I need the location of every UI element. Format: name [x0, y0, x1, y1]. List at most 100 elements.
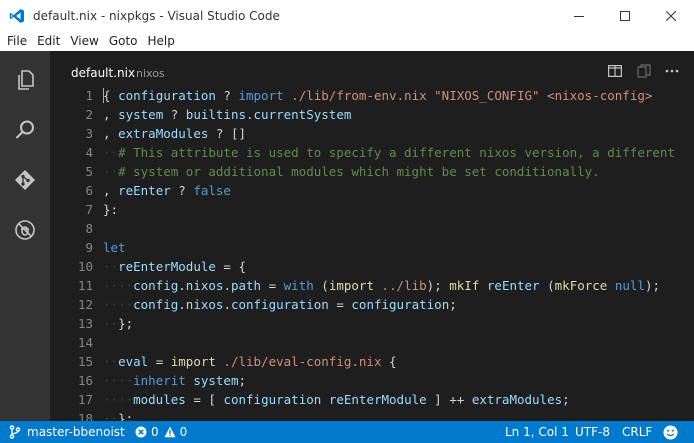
- line-number: 13: [77, 316, 93, 331]
- code-line[interactable]: 16 ····inherit system;: [50, 371, 694, 390]
- line-number: 8: [85, 221, 93, 236]
- code-token: builtins.: [185, 107, 254, 122]
- search-button[interactable]: [11, 116, 39, 144]
- close-button[interactable]: [648, 0, 694, 31]
- code-line[interactable]: 11 ····config.nixos.path = with (import .…: [50, 276, 694, 295]
- source-control-button[interactable]: [11, 166, 39, 194]
- code-token: nixos: [185, 278, 224, 293]
- code-line[interactable]: 1 { configuration ? import ./lib/from-env…: [50, 86, 694, 105]
- code-line[interactable]: 9 let: [50, 238, 694, 257]
- code-line[interactable]: 18 ··};: [50, 409, 694, 421]
- code-token: =: [328, 297, 352, 312]
- explorer-button[interactable]: [11, 66, 39, 94]
- code-token: import: [328, 278, 374, 293]
- line-code: }:: [103, 200, 118, 219]
- code-token: (: [539, 278, 555, 293]
- code-token: ?: [215, 88, 239, 103]
- line-number: 5: [85, 164, 93, 179]
- debug-icon: [15, 220, 35, 240]
- code-token: ··: [103, 354, 119, 369]
- code-token: ,: [103, 183, 119, 198]
- branch-indicator[interactable]: master-bbenoist: [9, 421, 125, 443]
- line-code: ··# system or additional modules which m…: [103, 162, 600, 181]
- line-number: 18: [77, 411, 93, 421]
- code-token: ;: [238, 373, 247, 388]
- menu-goto[interactable]: Goto: [104, 31, 143, 51]
- code-line[interactable]: 2 , system ? builtins.currentSystem: [50, 105, 694, 124]
- minimize-button[interactable]: [556, 0, 602, 31]
- code-line[interactable]: 13 ··};: [50, 314, 694, 333]
- code-token: {: [103, 88, 119, 103]
- menu-view[interactable]: View: [65, 31, 103, 51]
- code-token: ../lib: [373, 278, 427, 293]
- code-token: ····: [103, 278, 134, 293]
- code-line[interactable]: 10 ··reEnterModule = {: [50, 257, 694, 276]
- code-editor[interactable]: 1 { configuration ? import ./lib/from-env…: [50, 86, 694, 421]
- more-actions-button[interactable]: [664, 63, 680, 79]
- error-count: 0: [151, 425, 159, 439]
- line-number: 15: [77, 354, 93, 369]
- code-line[interactable]: 14: [50, 333, 694, 352]
- more-icon: [665, 69, 679, 73]
- problems-indicator[interactable]: 0 0: [135, 421, 187, 443]
- code-token: system: [193, 373, 239, 388]
- code-token: .: [223, 297, 231, 312]
- maximize-button[interactable]: [602, 0, 648, 31]
- code-token: # system or additional modules which mig…: [118, 164, 600, 179]
- code-token: config: [133, 297, 179, 312]
- line-number: 2: [85, 107, 93, 122]
- code-token: =: [261, 278, 284, 293]
- code-line[interactable]: 8: [50, 219, 694, 238]
- code-token: <nixos-config>: [539, 88, 653, 103]
- code-token: ····: [103, 297, 134, 312]
- menu-file[interactable]: File: [2, 31, 32, 51]
- cursor-position[interactable]: Ln 1, Col 1: [505, 421, 569, 443]
- code-token: ;: [562, 392, 570, 407]
- code-token: ./lib/eval-config.nix: [215, 354, 382, 369]
- code-token: currentSystem: [253, 107, 352, 122]
- code-token: nixos: [185, 297, 224, 312]
- code-line[interactable]: 15 ··eval = import ./lib/eval-config.nix …: [50, 352, 694, 371]
- code-token: ] ++: [426, 392, 472, 407]
- code-token: mkIf: [449, 278, 480, 293]
- code-line[interactable]: 6, reEnter ? false: [50, 181, 694, 200]
- split-editor-button[interactable]: [607, 63, 623, 79]
- code-token: .: [178, 278, 186, 293]
- code-token: let: [103, 240, 126, 255]
- menu-edit[interactable]: Edit: [32, 31, 65, 51]
- code-token: configuration: [230, 297, 329, 312]
- code-line[interactable]: 3, extraModules ? []: [50, 124, 694, 143]
- line-ending[interactable]: CRLF: [622, 421, 652, 443]
- code-token: (: [313, 278, 329, 293]
- encoding[interactable]: UTF-8: [575, 421, 610, 443]
- line-number: 9: [85, 240, 93, 255]
- code-token: );: [426, 278, 450, 293]
- warning-icon: [164, 426, 176, 438]
- code-line[interactable]: 7}:: [50, 200, 694, 219]
- code-line[interactable]: 17 ····modules = [ configuration reEnterM…: [50, 390, 694, 409]
- line-code: , extraModules ? []: [103, 124, 246, 143]
- window-title: default.nix - nixpkgs - Visual Studio Co…: [33, 8, 280, 23]
- line-number: 17: [77, 392, 93, 407]
- code-line[interactable]: 12 ····config.nixos.configuration = confi…: [50, 295, 694, 314]
- open-changes-button[interactable]: [636, 63, 652, 79]
- line-code: ··eval = import ./lib/eval-config.nix {: [103, 352, 397, 371]
- menu-help[interactable]: Help: [143, 31, 180, 51]
- code-token: mkForce: [554, 278, 608, 293]
- code-token: configuration: [351, 297, 450, 312]
- code-token: modules: [133, 392, 186, 407]
- code-token: "NIXOS_CONFIG": [434, 88, 540, 103]
- debug-button[interactable]: [11, 216, 39, 244]
- code-token: configuration: [223, 392, 322, 407]
- code-line[interactable]: 4 ··# This attribute is used to specify a…: [50, 143, 694, 162]
- line-code: , system ? builtins.currentSystem: [103, 105, 351, 124]
- code-token: config: [133, 278, 179, 293]
- line-code: ··reEnterModule = {: [103, 257, 246, 276]
- tab-filename[interactable]: default.nix: [71, 66, 135, 80]
- feedback-button[interactable]: [663, 421, 678, 443]
- code-line[interactable]: 5 ··# system or additional modules which …: [50, 162, 694, 181]
- warning-count: 0: [179, 425, 188, 439]
- status-bar: master-bbenoist 0 0 Ln 1, Col 1 UTF-8 CR…: [0, 421, 694, 443]
- code-token: ··: [103, 259, 119, 274]
